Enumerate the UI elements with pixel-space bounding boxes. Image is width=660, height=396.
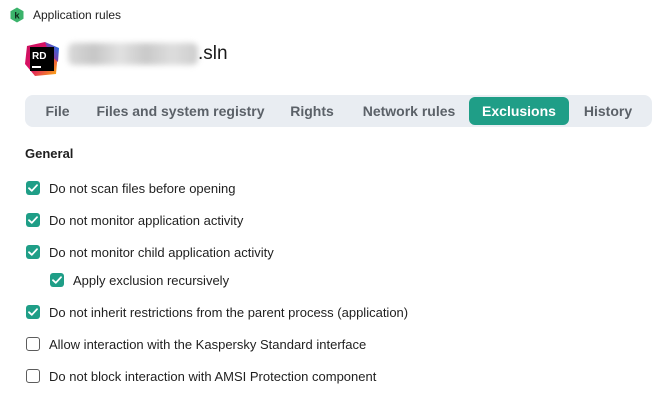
app-name-redacted	[68, 43, 198, 65]
option-do-not-block-amsi-interaction[interactable]: Do not block interaction with AMSI Prote…	[26, 366, 376, 386]
svg-text:k: k	[14, 11, 20, 22]
option-allow-interaction-kaspersky-interface[interactable]: Allow interaction with the Kaspersky Sta…	[26, 334, 366, 354]
check-icon	[28, 308, 38, 316]
option-label: Do not inherit restrictions from the par…	[49, 304, 409, 320]
check-icon	[28, 184, 38, 192]
tab-exclusions[interactable]: Exclusions	[469, 97, 569, 125]
checkbox-checked[interactable]	[26, 305, 40, 319]
svg-text:RD: RD	[32, 51, 46, 62]
option-label: Do not block interaction with AMSI Prote…	[49, 368, 377, 384]
tab-rights[interactable]: Rights	[275, 97, 349, 125]
checkbox-checked[interactable]	[26, 245, 40, 259]
tab-history[interactable]: History	[569, 97, 647, 125]
title-bar: k Application rules	[0, 0, 660, 30]
option-label: Do not monitor child application activit…	[49, 244, 274, 260]
checkbox-checked[interactable]	[26, 181, 40, 195]
tab-file[interactable]: File	[29, 97, 86, 125]
option-do-not-inherit-restrictions[interactable]: Do not inherit restrictions from the par…	[26, 302, 408, 322]
window-title: Application rules	[33, 8, 122, 22]
check-icon	[28, 248, 38, 256]
checkbox-unchecked[interactable]	[26, 369, 40, 383]
tab-files-and-system-registry[interactable]: Files and system registry	[86, 97, 275, 125]
checkbox-checked[interactable]	[50, 273, 64, 287]
rider-app-icon: RD	[25, 42, 59, 76]
checkbox-unchecked[interactable]	[26, 337, 40, 351]
check-icon	[52, 276, 62, 284]
option-label: Allow interaction with the Kaspersky Sta…	[49, 336, 367, 352]
check-icon	[28, 216, 38, 224]
tab-bar: File Files and system registry Rights Ne…	[25, 95, 652, 127]
option-label: Do not monitor application activity	[49, 212, 244, 228]
option-do-not-scan-files[interactable]: Do not scan files before opening	[26, 178, 235, 198]
option-do-not-monitor-app-activity[interactable]: Do not monitor application activity	[26, 210, 243, 230]
option-apply-exclusion-recursively[interactable]: Apply exclusion recursively	[50, 270, 229, 290]
checkbox-checked[interactable]	[26, 213, 40, 227]
app-name-extension: .sln	[198, 43, 228, 64]
tab-network-rules[interactable]: Network rules	[349, 97, 469, 125]
option-label: Do not scan files before opening	[49, 180, 236, 196]
section-title-general: General	[25, 146, 74, 161]
option-do-not-monitor-child-activity[interactable]: Do not monitor child application activit…	[26, 242, 274, 262]
kaspersky-logo-icon: k	[10, 7, 24, 23]
option-label: Apply exclusion recursively	[73, 272, 230, 288]
